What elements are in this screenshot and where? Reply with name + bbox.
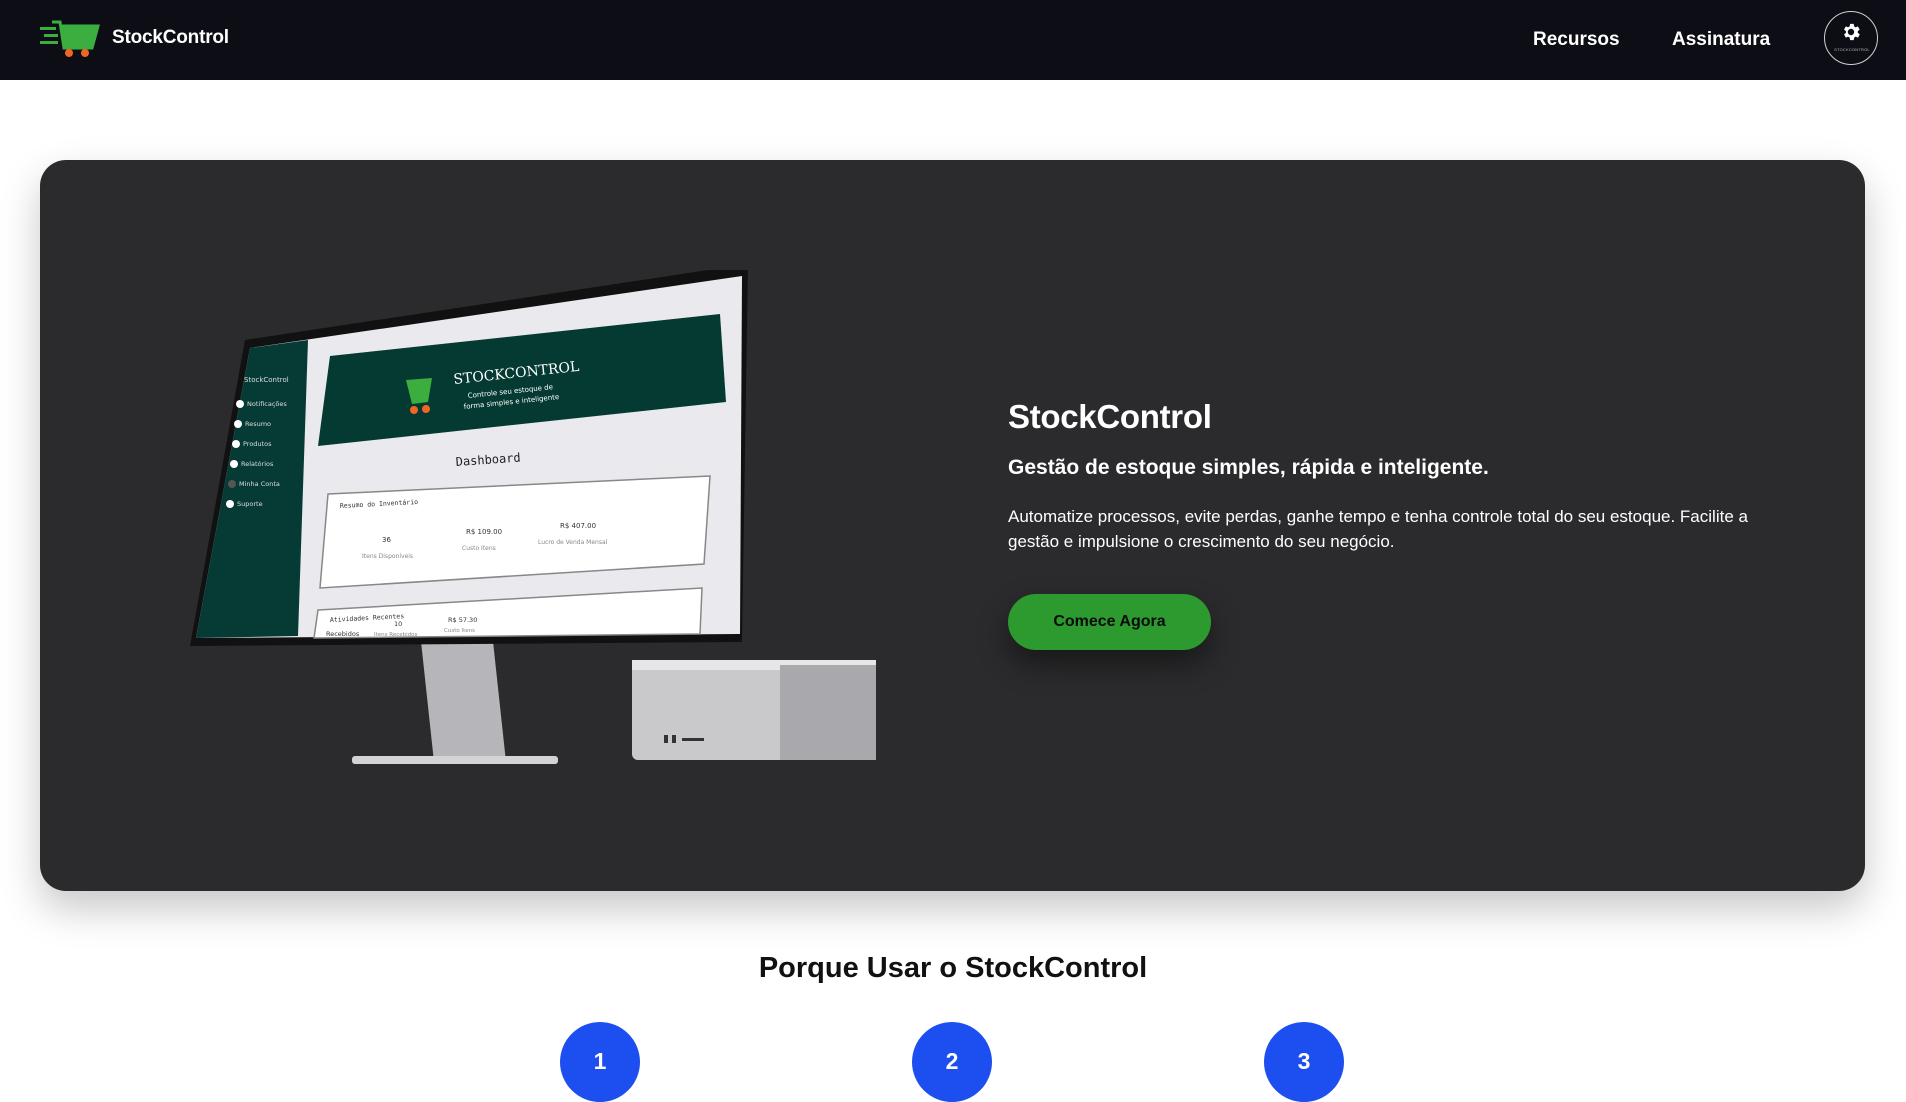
hero-subtitle: Gestão de estoque simples, rápida e inte… (1008, 456, 1489, 479)
step-badge-3: 3 (1264, 1022, 1344, 1102)
mockup-sidebar-brand: StockControl (244, 376, 289, 384)
mockup-stat-label: Itens Disponíveis (362, 553, 413, 560)
hero-section: StockControl Notificações Resumo Produto… (40, 160, 1865, 891)
step-badge-1: 1 (560, 1022, 640, 1102)
hero-description: Automatize processos, evite perdas, ganh… (1008, 507, 1748, 551)
get-started-button[interactable]: Comece Agora (1008, 594, 1211, 650)
shopping-cart-icon (40, 20, 100, 57)
mockup-recent-caption: Itens Recebidos (374, 632, 418, 638)
mockup-stat-value: 36 (382, 536, 391, 544)
hero-text: StockControl Gestão de estoque simples, … (1008, 398, 1788, 554)
settings-caption: STOCKCONTROL (1834, 47, 1870, 52)
nav-link-recursos[interactable]: Recursos (1533, 0, 1620, 80)
mockup-recent-value: R$ 57.30 (448, 616, 477, 624)
nav-link-assinatura[interactable]: Assinatura (1672, 0, 1770, 80)
mockup-sidebar-item: Suporte (237, 500, 263, 508)
mockup-stat-value: R$ 407.00 (560, 522, 596, 530)
mockup-recent-value: 10 (394, 620, 402, 628)
mockup-sidebar-item: Produtos (243, 440, 272, 448)
hero-title: StockControl (1008, 398, 1212, 435)
mockup-sidebar-item: Minha Conta (239, 480, 280, 488)
mockup-stat-value: R$ 109.00 (466, 528, 502, 536)
desktop-mockup-image: StockControl Notificações Resumo Produto… (190, 270, 876, 764)
mockup-recent-label: Recebidos (326, 630, 360, 638)
settings-button[interactable]: STOCKCONTROL (1824, 11, 1878, 65)
mockup-stat-label: Lucro de Venda Mensal (538, 539, 608, 546)
top-navbar: StockControl Recursos Assinatura STOCKCO… (0, 0, 1906, 80)
brand-link[interactable]: StockControl (40, 18, 229, 58)
mockup-sidebar-item: Notificações (247, 400, 287, 408)
mockup-recent-caption: Custo Itens (444, 628, 475, 634)
section-title: Porque Usar o StockControl (758, 952, 1148, 984)
brand-name: StockControl (112, 27, 229, 48)
step-badge-2: 2 (912, 1022, 992, 1102)
gear-icon (1844, 23, 1860, 41)
mockup-sidebar-item: Relatórios (241, 460, 274, 468)
mockup-sidebar-item: Resumo (245, 420, 271, 428)
mockup-stat-label: Custo Itens (462, 545, 496, 552)
